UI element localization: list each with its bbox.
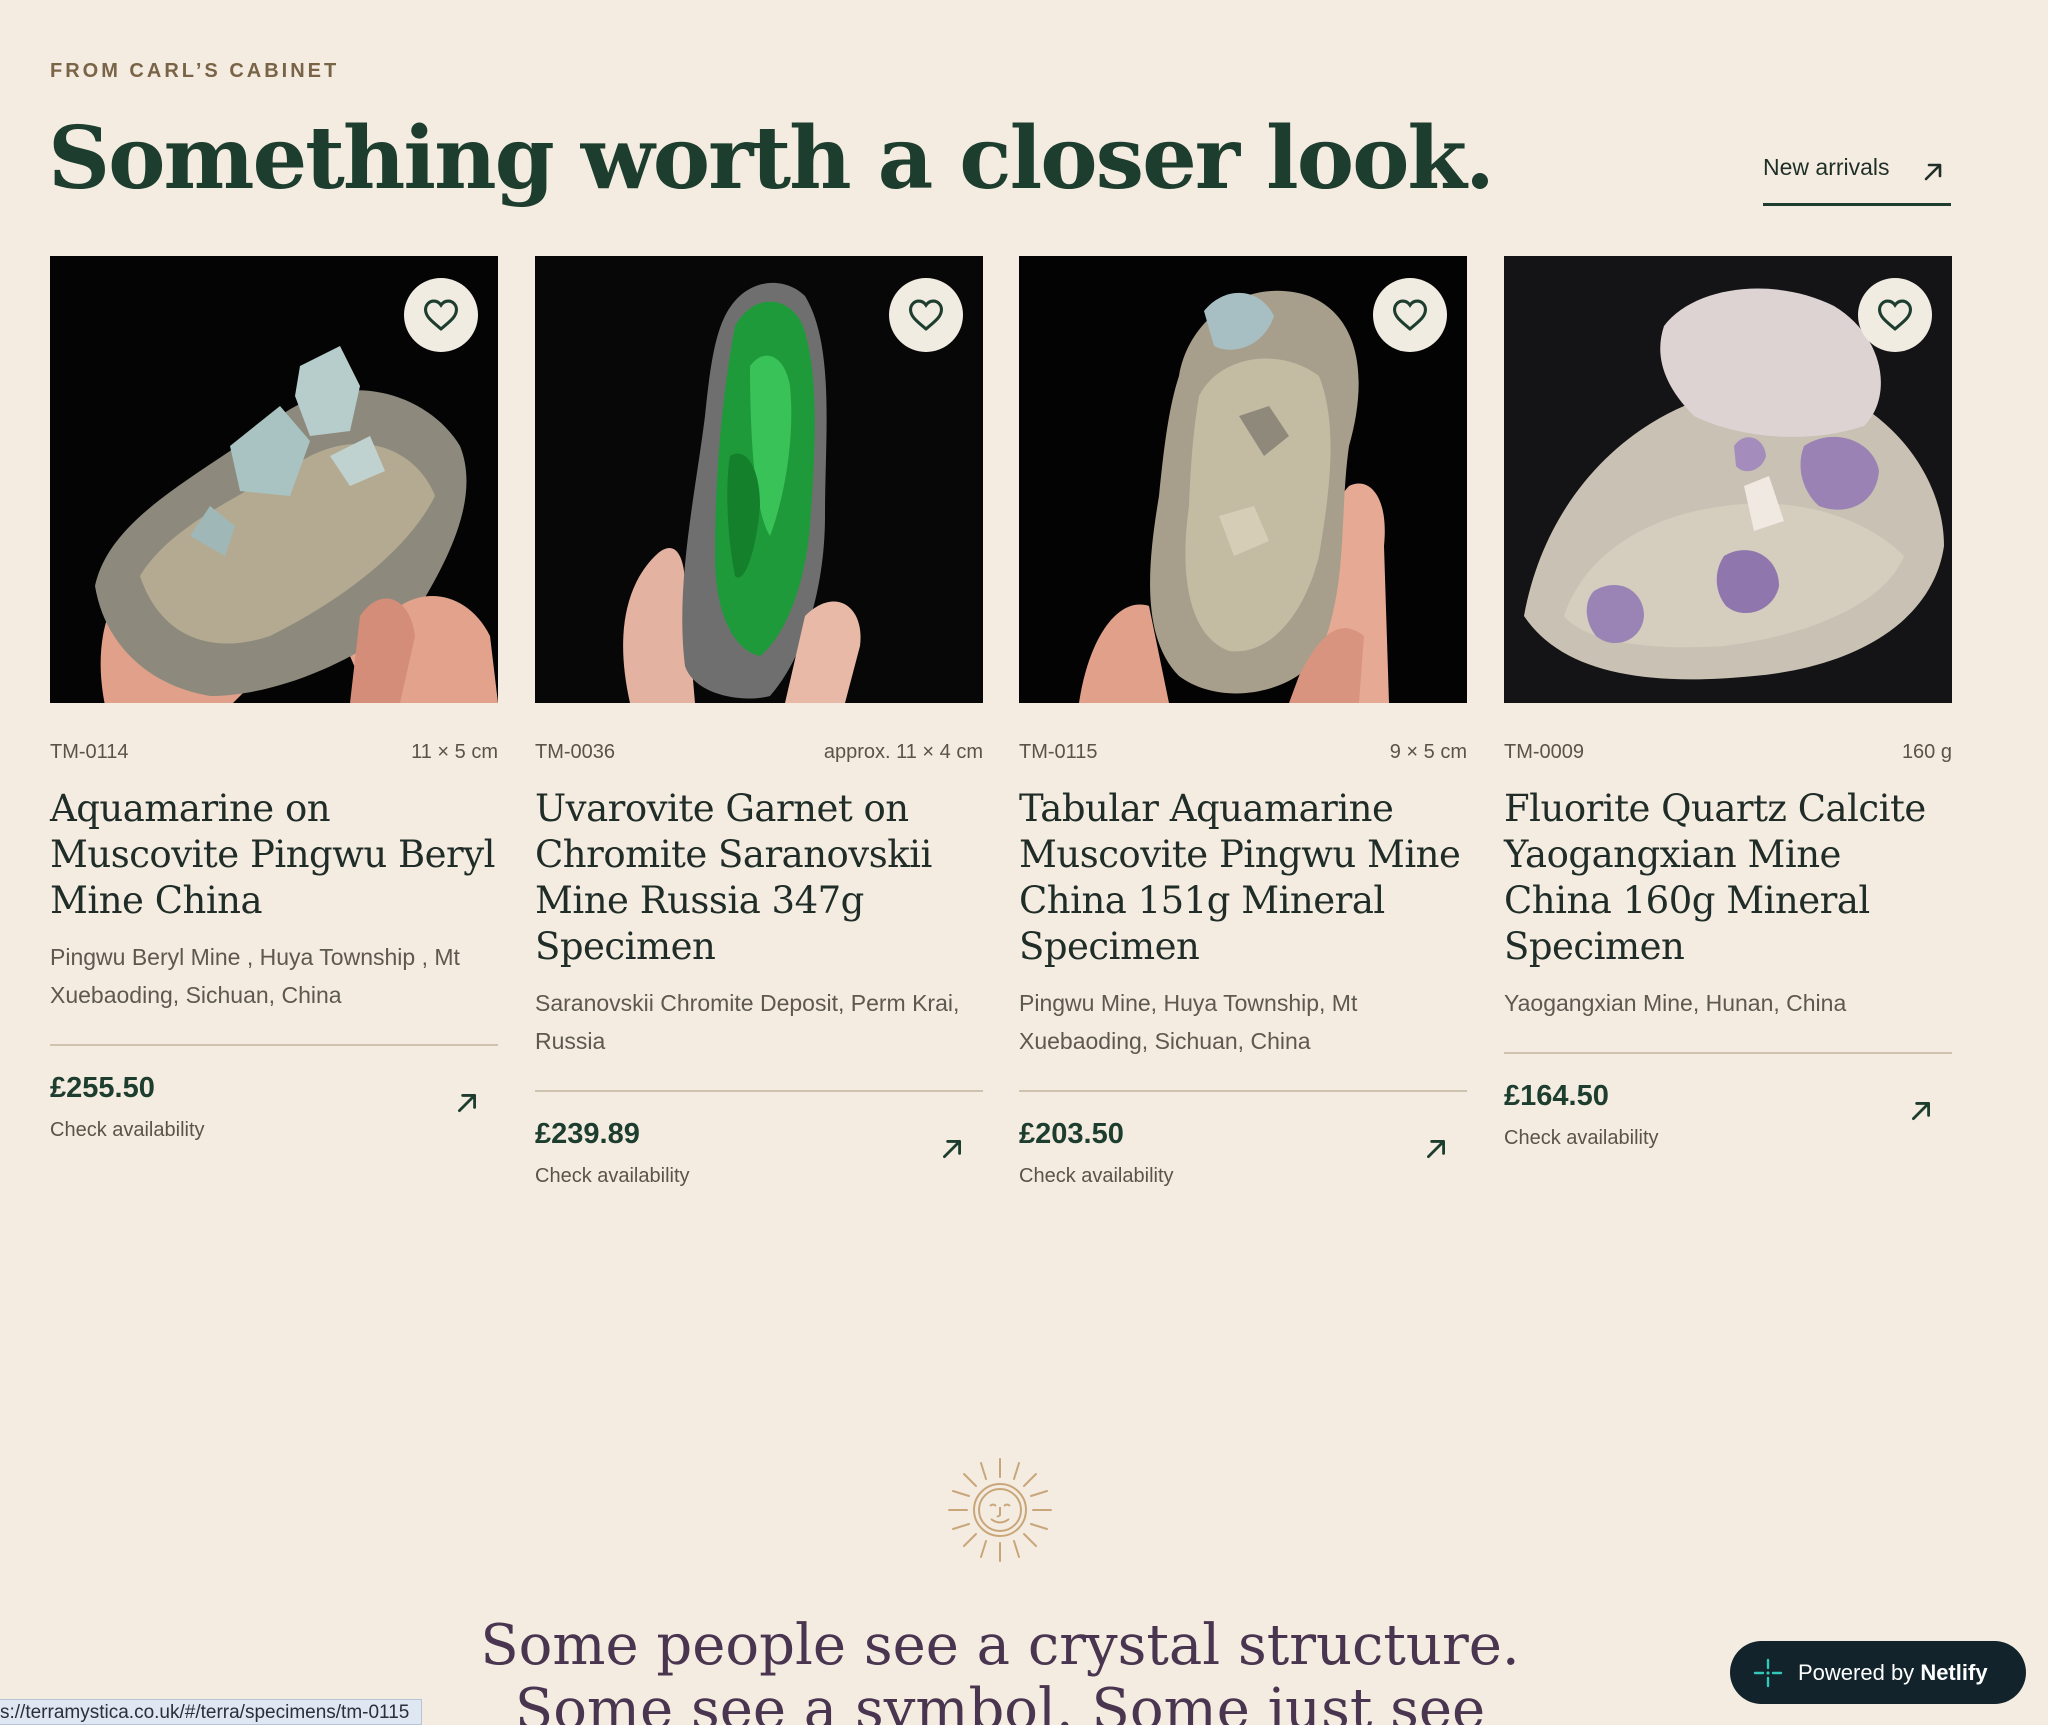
favorite-button[interactable] (889, 278, 963, 352)
product-sku: TM-0115 (1019, 741, 1098, 763)
product-card[interactable]: TM-0114 11 × 5 cm Aquamarine on Muscovit… (50, 256, 498, 1152)
product-sku: TM-0009 (1504, 741, 1585, 763)
product-title[interactable]: Tabular Aquamarine Muscovite Pingwu Mine… (1019, 786, 1467, 970)
heart-icon (908, 299, 944, 331)
product-title[interactable]: Aquamarine on Muscovite Pingwu Beryl Min… (50, 786, 498, 924)
product-card[interactable]: TM-0036 approx. 11 × 4 cm Uvarovite Garn… (535, 256, 983, 1198)
status-bar-url: s://terramystica.co.uk/#/terra/specimens… (0, 1699, 423, 1725)
product-title[interactable]: Uvarovite Garnet on Chromite Saranovskii… (535, 786, 983, 970)
heart-icon (1877, 299, 1913, 331)
netlify-badge[interactable]: Powered by Netlify (1730, 1641, 2026, 1704)
product-price: £255.50 (50, 1072, 155, 1104)
price-link[interactable]: £164.50 Check availability (1504, 1080, 1952, 1160)
badge-prefix: Powered by (1798, 1659, 1915, 1685)
product-card[interactable]: TM-0009 160 g Fluorite Quartz Calcite Ya… (1504, 256, 1952, 1160)
product-card[interactable]: TM-0115 9 × 5 cm Tabular Aquamarine Musc… (1019, 256, 1467, 1198)
product-meta: TM-0036 approx. 11 × 4 cm (535, 741, 983, 764)
product-price: £203.50 (1019, 1118, 1124, 1150)
section-headline: Something worth a closer look. (48, 108, 1495, 209)
product-sku: TM-0036 (535, 741, 616, 763)
product-price: £239.89 (535, 1118, 640, 1150)
divider (1019, 1090, 1467, 1092)
check-availability-label: Check availability (1504, 1127, 1659, 1149)
product-location: Saranovskii Chromite Deposit, Perm Krai,… (535, 990, 960, 1054)
product-size: 11 × 5 cm (411, 741, 498, 763)
product-photo[interactable] (535, 256, 983, 703)
product-meta: TM-0115 9 × 5 cm (1019, 741, 1467, 764)
divider (50, 1044, 498, 1046)
heart-icon (423, 299, 459, 331)
product-photo[interactable] (1504, 256, 1952, 703)
section-eyebrow: FROM CARL’S CABINET (50, 60, 340, 82)
product-meta: TM-0114 11 × 5 cm (50, 741, 498, 764)
check-availability-label: Check availability (535, 1165, 690, 1187)
product-location: Yaogangxian Mine, Hunan, China (1504, 990, 1847, 1016)
arrow-up-right-icon (1912, 1102, 1930, 1120)
arrow-up-right-icon (458, 1094, 476, 1112)
favorite-button[interactable] (1373, 278, 1447, 352)
product-location: Pingwu Mine, Huya Township, Mt Xuebaodin… (1019, 990, 1358, 1054)
quote-line-1: Some people see a crystal structure. (480, 1613, 1520, 1678)
heart-icon (1392, 299, 1428, 331)
check-availability-label: Check availability (1019, 1165, 1174, 1187)
divider (1504, 1052, 1952, 1054)
arrow-up-right-icon (1427, 1140, 1445, 1158)
product-photo[interactable] (1019, 256, 1467, 703)
divider (535, 1090, 983, 1092)
price-link[interactable]: £239.89 Check availability (535, 1118, 983, 1198)
netlify-badge-text: Powered by Netlify (1798, 1660, 1988, 1686)
new-arrivals-label: New arrivals (1763, 154, 1890, 180)
sun-face-icon (948, 1458, 1052, 1562)
arrow-up-right-icon (943, 1140, 961, 1158)
new-arrivals-link[interactable]: New arrivals (1763, 154, 1951, 206)
product-price: £164.50 (1504, 1080, 1609, 1112)
product-meta: TM-0009 160 g (1504, 741, 1952, 764)
check-availability-label: Check availability (50, 1119, 205, 1141)
price-link[interactable]: £255.50 Check availability (50, 1072, 498, 1152)
favorite-button[interactable] (1858, 278, 1932, 352)
favorite-button[interactable] (404, 278, 478, 352)
product-photo[interactable] (50, 256, 498, 703)
product-size: 9 × 5 cm (1389, 741, 1467, 763)
product-title[interactable]: Fluorite Quartz Calcite Yaogangxian Mine… (1504, 786, 1952, 970)
arrow-up-right-icon (1924, 163, 1942, 181)
product-location: Pingwu Beryl Mine , Huya Township , Mt X… (50, 944, 460, 1008)
product-size: approx. 11 × 4 cm (823, 741, 983, 763)
product-size: 160 g (1901, 741, 1952, 763)
price-link[interactable]: £203.50 Check availability (1019, 1118, 1467, 1198)
badge-brand: Netlify (1920, 1659, 1988, 1685)
product-sku: TM-0114 (50, 741, 129, 763)
netlify-logo-icon (1753, 1658, 1783, 1687)
